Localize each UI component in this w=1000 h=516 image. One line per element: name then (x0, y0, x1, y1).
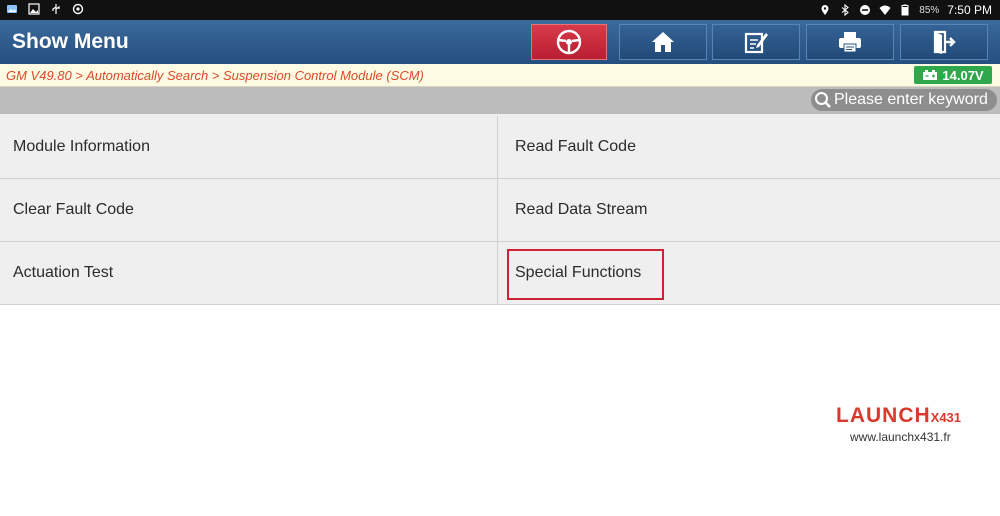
menu-item-read-fault-code[interactable]: Read Fault Code (498, 116, 1000, 179)
voltage-value: 14.07V (942, 67, 984, 83)
menu-item-actuation-test[interactable]: Actuation Test (0, 242, 498, 305)
status-left-icons (6, 3, 84, 15)
battery-voltage-badge: 14.07V (914, 66, 992, 84)
do-not-disturb-icon (860, 5, 871, 15)
breadcrumb: GM V49.80 > Automatically Search > Suspe… (6, 68, 424, 83)
logo-model: X431 (930, 410, 962, 425)
usb-debug-icon (52, 4, 60, 14)
status-right-icons: 85% 7:50 PM (819, 3, 992, 17)
bluetooth-icon (841, 4, 850, 16)
search-placeholder: Please enter keyword (834, 91, 988, 108)
menu-item-label: Read Fault Code (515, 138, 636, 155)
exit-button[interactable] (900, 24, 988, 60)
menu-item-read-data-stream[interactable]: Read Data Stream (498, 179, 1000, 242)
battery-percent: 85% (919, 4, 940, 16)
menu-item-label: Module Information (13, 138, 150, 155)
search-icon (815, 92, 831, 108)
wifi-icon (879, 5, 891, 15)
logo-url: www.launchx431.fr (850, 430, 951, 444)
menu-item-module-information[interactable]: Module Information (0, 116, 498, 179)
menu-item-label: Actuation Test (13, 264, 114, 281)
print-button[interactable] (806, 24, 894, 60)
car-diagnostic-button[interactable] (531, 24, 607, 60)
settings-icon (72, 3, 84, 15)
battery-icon (901, 4, 909, 16)
clock: 7:50 PM (947, 3, 992, 17)
printer-icon (839, 32, 861, 53)
logo-brand: LAUNCH (836, 404, 931, 427)
search-strip: Please enter keyword (0, 87, 1000, 114)
launch-logo: LAUNCHX431 www.launchx431.fr (836, 404, 986, 454)
menu-item-label: Clear Fault Code (13, 201, 134, 218)
breadcrumb-bar: GM V49.80 > Automatically Search > Suspe… (0, 64, 1000, 87)
home-icon (652, 32, 674, 52)
gallery-icon (7, 5, 17, 13)
menu-item-clear-fault-code[interactable]: Clear Fault Code (0, 179, 498, 242)
report-button[interactable] (712, 24, 800, 60)
status-bar: 85% 7:50 PM (0, 0, 1000, 20)
edit-note-icon (744, 32, 768, 54)
car-steering-icon (556, 29, 582, 55)
menu-item-label: Read Data Stream (515, 201, 648, 218)
page-title: Show Menu (12, 30, 129, 53)
location-icon (821, 5, 829, 16)
car-battery-icon (923, 70, 938, 80)
search-input[interactable]: Please enter keyword (811, 89, 997, 111)
image-icon (28, 3, 40, 15)
exit-door-icon (933, 30, 956, 54)
title-bar: Show Menu (0, 20, 1000, 64)
selection-highlight (507, 249, 664, 300)
home-button[interactable] (619, 24, 707, 60)
